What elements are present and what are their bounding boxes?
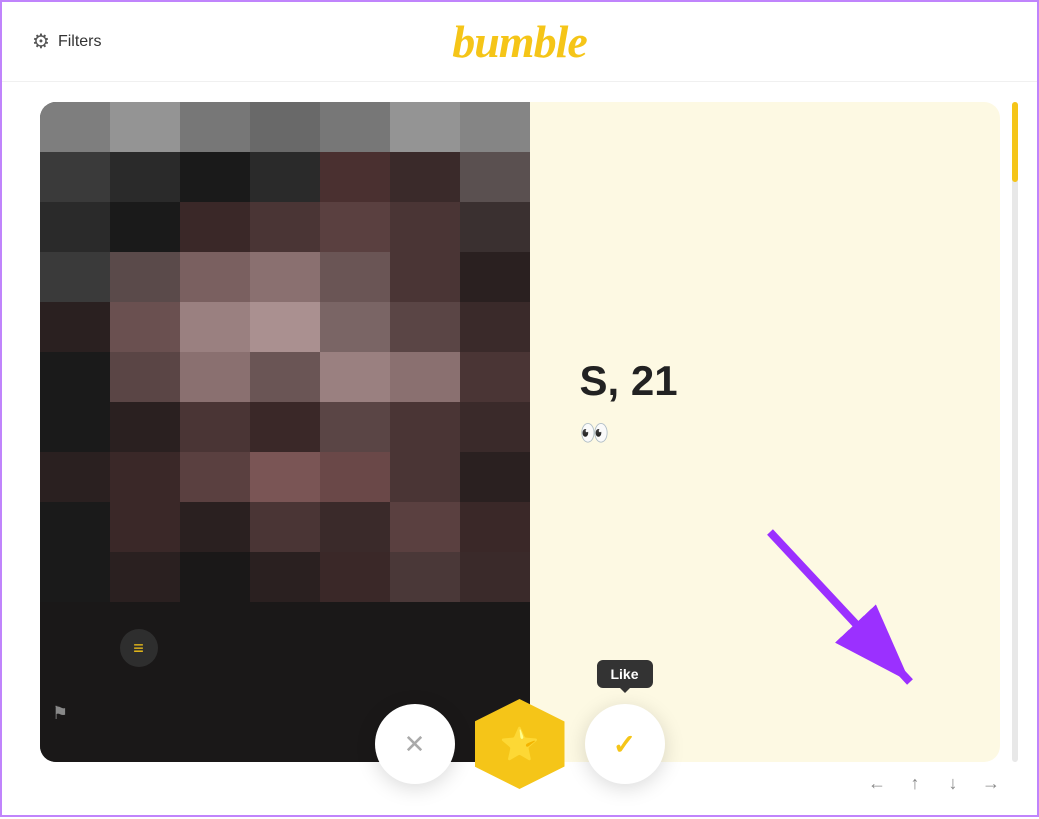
nav-down-button[interactable]: ↓ [937, 767, 969, 799]
like-button[interactable]: ✓ [585, 704, 665, 784]
flag-button[interactable]: ⚑ [52, 703, 68, 724]
like-button-wrapper: Like ✓ [585, 704, 665, 784]
navigation-arrows: ← ↑ ↓ → [861, 767, 1007, 799]
nav-left-button[interactable]: ← [861, 767, 893, 799]
photo-badge: ≡ [120, 629, 158, 667]
filters-button[interactable]: ⚙ Filters [32, 29, 102, 54]
like-icon: ✓ [613, 728, 636, 761]
pixelated-image [40, 102, 530, 762]
nav-down-icon: ↓ [949, 773, 958, 794]
nav-up-icon: ↑ [911, 773, 920, 794]
nav-right-icon: → [982, 773, 1000, 794]
profile-card: ≡ S, 21 👀 [40, 102, 1000, 772]
header: ⚙ Filters bumble [2, 2, 1037, 82]
nav-right-button[interactable]: → [975, 767, 1007, 799]
dislike-icon: ✕ [404, 729, 426, 760]
scrollbar-track[interactable] [1012, 102, 1018, 762]
photo-canvas [40, 102, 530, 762]
superlike-button[interactable]: ⭐ [475, 699, 565, 789]
filters-label: Filters [58, 33, 102, 51]
main-content: ≡ S, 21 👀 ⚑ ✕ [2, 82, 1037, 819]
logo: bumble [452, 15, 587, 68]
superlike-icon: ⭐ [500, 725, 540, 763]
filters-icon: ⚙ [32, 29, 50, 54]
badge-icon: ≡ [133, 638, 144, 659]
flag-icon: ⚑ [52, 703, 68, 723]
profile-eyes: 👀 [580, 419, 960, 448]
profile-photo: ≡ [40, 102, 530, 762]
nav-left-icon: ← [868, 773, 886, 794]
scrollbar-thumb [1012, 102, 1018, 182]
nav-up-button[interactable]: ↑ [899, 767, 931, 799]
like-tooltip: Like [596, 660, 652, 688]
dislike-button[interactable]: ✕ [375, 704, 455, 784]
superlike-wrapper: ⭐ [475, 699, 565, 789]
profile-name: S, 21 [580, 357, 960, 405]
